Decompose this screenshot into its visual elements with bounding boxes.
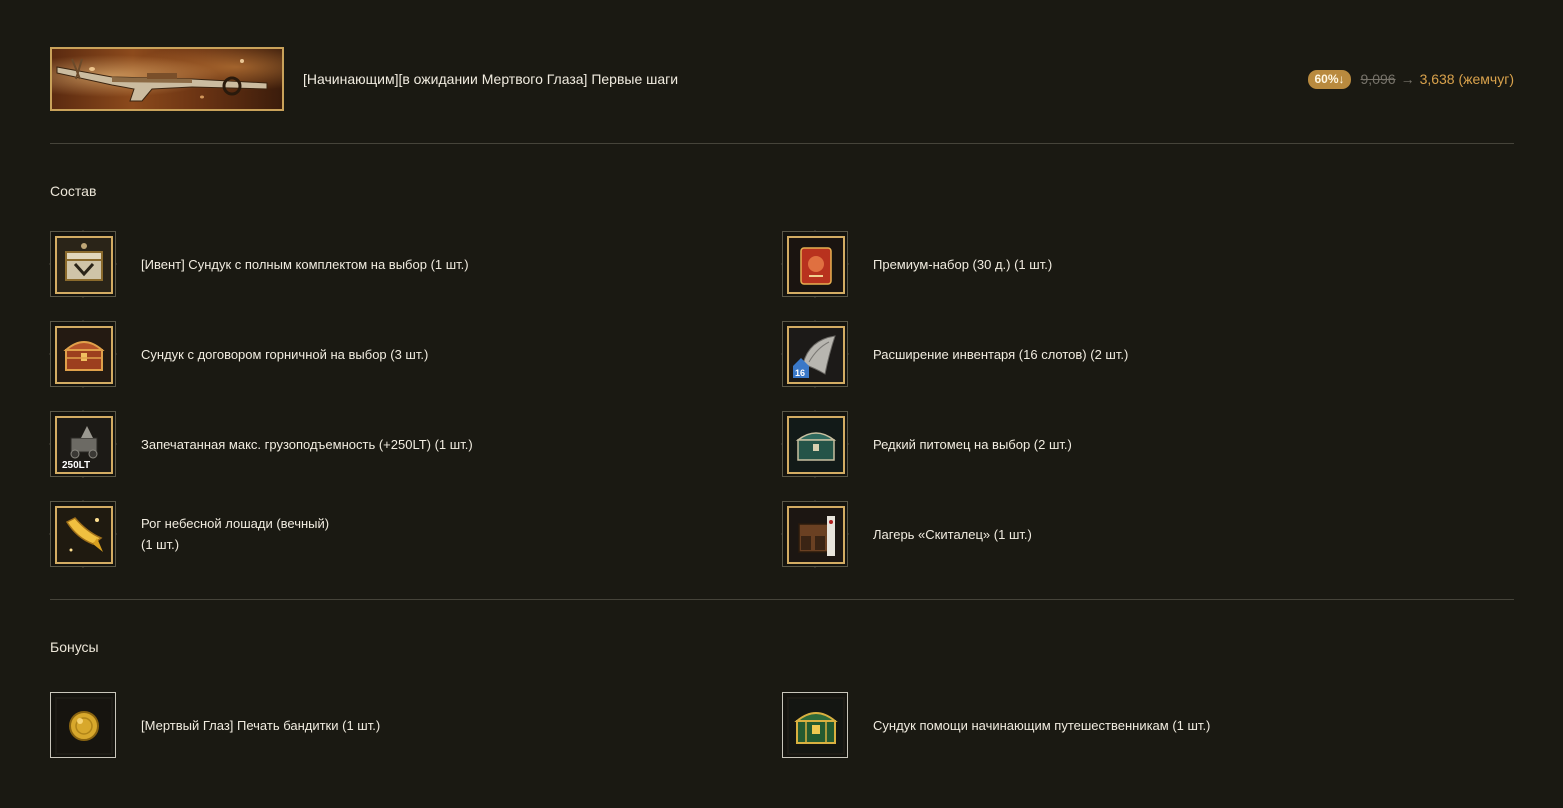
item-label: Сундук помощи начинающим путешественника… xyxy=(873,717,1211,733)
gold-seal-icon xyxy=(55,697,113,755)
list-item[interactable]: 250LT Запечатанная макс. грузоподъемност… xyxy=(49,410,750,478)
list-item[interactable]: Сундук с договором горничной на выбор (3… xyxy=(49,320,750,388)
list-item[interactable]: Сундук помощи начинающим путешественника… xyxy=(782,692,1482,758)
inventory-expansion-icon: 16 xyxy=(787,326,845,384)
item-label-line2: (1 шт.) xyxy=(141,537,180,552)
list-item[interactable]: Лагерь «Скиталец» (1 шт.) xyxy=(781,500,1482,568)
svg-text:250LT: 250LT xyxy=(62,460,90,471)
svg-text:16: 16 xyxy=(795,368,805,378)
list-item[interactable]: 16 Расширение инвентаря (16 слотов) (2 ш… xyxy=(781,320,1482,388)
package-title: [Начинающим][в ожидании Мертвого Глаза] … xyxy=(303,71,679,87)
list-item[interactable]: [Мертвый Глаз] Печать бандитки (1 шт.) xyxy=(50,692,750,758)
item-label: Редкий питомец на выбор (2 шт.) xyxy=(873,436,1072,452)
contents-section-title: Состав xyxy=(50,183,97,199)
item-label: [Ивент] Сундук с полным комплектом на вы… xyxy=(141,256,469,272)
list-item[interactable]: Редкий питомец на выбор (2 шт.) xyxy=(781,410,1482,478)
pet-chest-icon xyxy=(787,416,845,474)
price-block: 60%↓ 9,096 → 3,638 (жемчуг) xyxy=(1308,69,1514,89)
list-item[interactable]: Рог небесной лошади (вечный) (1 шт.) xyxy=(49,500,750,568)
event-chest-icon xyxy=(55,236,113,294)
divider xyxy=(50,599,1514,600)
list-item[interactable]: [Ивент] Сундук с полным комплектом на вы… xyxy=(49,230,750,298)
old-price: 9,096 xyxy=(1360,71,1396,87)
new-price: 3,638 (жемчуг) xyxy=(1419,71,1514,87)
item-label: Премиум-набор (30 д.) (1 шт.) xyxy=(873,256,1053,272)
camp-icon xyxy=(787,506,845,564)
list-item[interactable]: Премиум-набор (30 д.) (1 шт.) xyxy=(781,230,1482,298)
item-label-line1: Рог небесной лошади (вечный) xyxy=(141,516,330,531)
bonuses-section-title: Бонусы xyxy=(50,639,99,655)
item-label: Запечатанная макс. грузоподъемность (+25… xyxy=(141,436,473,452)
package-detail-page: [Начинающим][в ожидании Мертвого Глаза] … xyxy=(0,0,1563,808)
package-banner-image xyxy=(50,47,284,111)
item-label: Рог небесной лошади (вечный) (1 шт.) xyxy=(141,513,329,555)
item-label: [Мертвый Глаз] Печать бандитки (1 шт.) xyxy=(141,717,381,733)
price-arrow: → xyxy=(1400,71,1415,87)
weight-limit-icon: 250LT xyxy=(55,416,113,474)
traveler-chest-icon xyxy=(787,697,845,755)
item-label: Лагерь «Скиталец» (1 шт.) xyxy=(873,526,1032,542)
maid-contract-chest-icon xyxy=(55,326,113,384)
premium-set-icon xyxy=(787,236,845,294)
package-header: [Начинающим][в ожидании Мертвого Глаза] … xyxy=(50,47,1514,111)
discount-badge: 60%↓ xyxy=(1308,69,1351,89)
horn-icon xyxy=(55,506,113,564)
divider xyxy=(50,143,1514,144)
item-label: Сундук с договором горничной на выбор (3… xyxy=(141,346,429,362)
item-label: Расширение инвентаря (16 слотов) (2 шт.) xyxy=(873,346,1129,362)
